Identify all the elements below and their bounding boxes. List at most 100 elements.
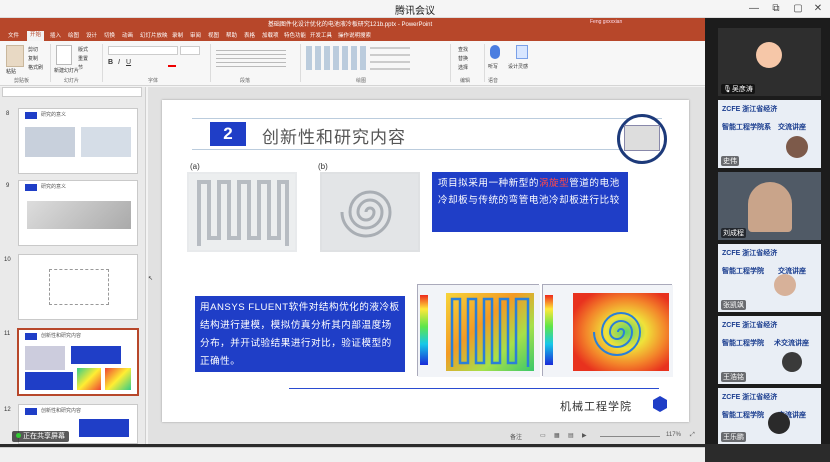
group-paragraph: 段落 [240, 78, 251, 84]
banner-logo: ZCFE 浙江省经济 [722, 322, 778, 329]
tab-record[interactable]: 录制 [172, 31, 183, 39]
figure-label-a: (a) [190, 162, 200, 171]
mouse-cursor-icon: ↖ [148, 276, 154, 282]
thumb-title: 创新性和研究内容 [41, 408, 82, 414]
window-titlebar: 腾讯会议 — ⧉ ▢ ✕ [0, 0, 830, 18]
zoom-level[interactable]: 117% [666, 432, 681, 438]
tab-animations[interactable]: 动画 [122, 31, 133, 39]
footer-divider [289, 388, 659, 389]
design-ideas-button[interactable]: 设计灵感 [508, 63, 528, 70]
arrange-controls[interactable] [370, 46, 410, 70]
mic-icon: 🎙 [723, 86, 732, 93]
thumb-number: 12 [4, 407, 11, 413]
restore-icon[interactable]: ⧉ [766, 1, 786, 17]
serpentine-channel-graphic [189, 174, 295, 250]
screen-sharing-badge[interactable]: 正在共享屏幕 [12, 431, 69, 442]
tab-features[interactable]: 特色功能 [284, 31, 306, 39]
thumb-image [49, 269, 109, 305]
tab-addins[interactable]: 加载项 [262, 31, 279, 39]
group-drawing: 绘图 [356, 78, 367, 84]
thumb-title: 研究的意义 [41, 184, 67, 190]
cut-button[interactable]: 剪切 [28, 46, 38, 53]
group-editing: 编辑 [460, 78, 471, 84]
slide-thumbnail-10[interactable] [18, 254, 138, 320]
intro-textbox: 项目拟采用一种新型的涡旋型管道的电池冷却板与传统的弯管电池冷却板进行比较 [432, 172, 628, 232]
layout-button[interactable]: 版式 [78, 46, 88, 53]
tab-file[interactable]: 文件 [8, 31, 19, 39]
tab-view[interactable]: 视图 [208, 31, 219, 39]
copy-button[interactable]: 复制 [28, 55, 38, 62]
video-person [748, 182, 792, 232]
thumb-sim-image [105, 368, 131, 390]
thumbnail-partial[interactable] [2, 87, 142, 97]
thumb-textbox [71, 346, 121, 364]
tab-insert[interactable]: 插入 [50, 31, 61, 39]
design-ideas-icon[interactable] [516, 45, 528, 59]
slide-thumbnail-9[interactable]: 研究的意义 [18, 180, 138, 246]
tab-help[interactable]: 帮助 [226, 31, 237, 39]
new-slide-button[interactable]: 新建幻灯片 [54, 67, 79, 74]
close-icon[interactable]: ✕ [808, 1, 828, 17]
ppt-user-name[interactable]: Feng gxxxxian [590, 19, 622, 25]
italic-icon[interactable]: I [118, 59, 120, 66]
group-font: 字体 [148, 78, 159, 84]
banner-logo: ZCFE 浙江省经济 [722, 394, 778, 401]
participant-card[interactable]: ZCFE 浙江省经济 智能工程学院系 交流讲座 史伟 [718, 100, 821, 168]
notes-button[interactable]: 备注 [510, 432, 522, 441]
font-name-select[interactable] [108, 46, 178, 55]
tab-home[interactable]: 开始 [27, 31, 45, 41]
participant-card[interactable]: ZCFE 浙江省经济 智能工程学院 术交流讲座 王浩铭 [718, 316, 821, 384]
banner-text: 智能工程学院 [722, 412, 764, 419]
shapes-gallery[interactable] [306, 46, 366, 70]
thumb-section-chip [25, 112, 37, 119]
reset-button[interactable]: 重置 [78, 55, 88, 62]
simulation-contour-graphic [418, 285, 540, 377]
slide-sorter-icon[interactable]: ▦ [554, 432, 560, 439]
tab-draw[interactable]: 绘图 [68, 31, 79, 39]
tab-table[interactable]: 表格 [244, 31, 255, 39]
select-button[interactable]: 选择 [458, 64, 468, 71]
format-painter-button[interactable]: 格式刷 [28, 64, 43, 71]
participant-card[interactable]: 🎙吴彦涛 [718, 28, 821, 96]
paragraph-controls[interactable] [216, 47, 286, 67]
paste-button[interactable]: 粘贴 [6, 68, 16, 75]
section-button[interactable]: 节 [78, 64, 83, 71]
tab-tell-me[interactable]: 操作说明搜索 [338, 31, 371, 39]
maximize-icon[interactable]: ▢ [788, 1, 808, 17]
tab-slideshow[interactable]: 幻灯片放映 [140, 31, 168, 39]
tab-transitions[interactable]: 切换 [104, 31, 115, 39]
microphone-icon[interactable] [490, 45, 500, 59]
slideshow-icon[interactable]: ▶ [582, 432, 587, 439]
slide-thumbnail-8[interactable]: 研究的意义 [18, 108, 138, 174]
bold-icon[interactable]: B [108, 59, 113, 66]
tab-design[interactable]: 设计 [86, 31, 97, 39]
participant-card[interactable]: ZCFE 浙江省经济 智能工程学院 交流讲座 王乐鹏 [718, 388, 821, 444]
font-color-icon[interactable] [168, 59, 176, 67]
tab-review[interactable]: 审阅 [190, 31, 201, 39]
fit-slide-icon[interactable]: ⤢ [690, 432, 695, 439]
ribbon-separator [484, 44, 485, 82]
thumb-image [25, 346, 65, 370]
dictate-button[interactable]: 听写 [488, 63, 498, 70]
underline-icon[interactable]: U [126, 59, 131, 66]
find-button[interactable]: 查找 [458, 46, 468, 53]
slide-thumbnail-11[interactable]: 创新性和研究内容 [17, 328, 139, 396]
current-slide[interactable]: 2 创新性和研究内容 (a) (b) 项目拟采用一种新型的涡旋型管道的电池冷却板… [162, 100, 689, 422]
normal-view-icon[interactable]: ▭ [540, 432, 546, 439]
thumb-image [27, 201, 131, 229]
thumb-title: 创新性和研究内容 [41, 333, 82, 339]
zoom-slider[interactable] [600, 436, 660, 437]
participant-card[interactable]: ZCFE 浙江省经济 智能工程学院 交流讲座 张凯飒 [718, 244, 821, 312]
minimize-icon[interactable]: — [744, 1, 764, 17]
participant-card[interactable]: 刘成程 [718, 172, 821, 240]
replace-button[interactable]: 替换 [458, 55, 468, 62]
banner-sub: 交流讲座 [778, 124, 806, 131]
font-size-select[interactable] [180, 46, 200, 55]
reading-view-icon[interactable]: ▤ [568, 432, 574, 439]
status-overlay: 正在共享屏幕 备注 ▭ ▦ ▤ ▶ 117% ⤢ [0, 429, 705, 444]
thumb-title: 研究的意义 [41, 112, 67, 118]
paste-icon[interactable] [6, 45, 24, 67]
new-slide-icon[interactable] [56, 45, 72, 65]
video-person [774, 274, 796, 296]
tab-developer[interactable]: 开发工具 [310, 31, 332, 39]
